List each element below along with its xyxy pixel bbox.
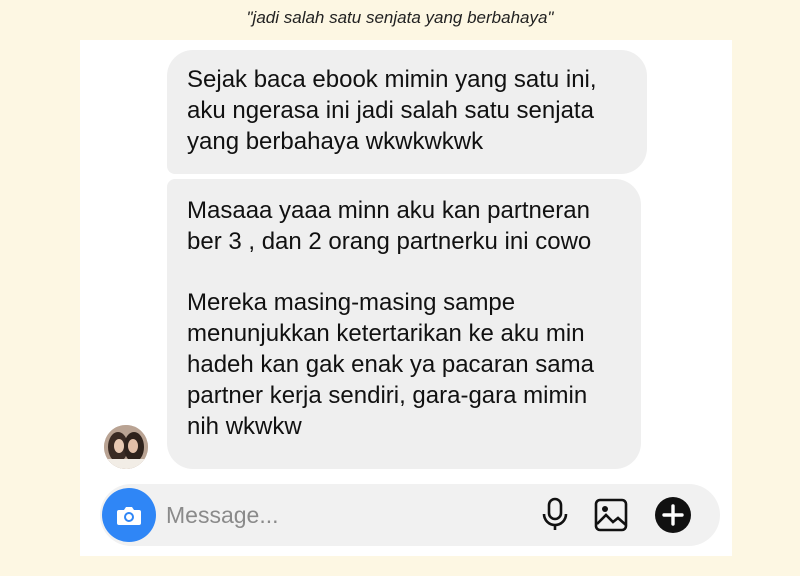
message-bubble-1: Sejak baca ebook mimin yang satu ini, ak… [167,50,647,174]
avatar-image [104,425,148,469]
microphone-icon [542,497,568,530]
message-bubble-2: Masaaa yaaa minn aku kan partneran ber 3… [167,179,641,469]
caption: "jadi salah satu senjata yang berbahaya" [246,8,554,27]
plus-icon [655,497,691,533]
message-composer [100,484,720,546]
gallery-button[interactable] [592,496,630,534]
gallery-icon [594,498,628,532]
camera-icon [117,507,141,525]
camera-button[interactable] [102,488,156,542]
message-paragraph-2: Mereka masing-masing sampe menunjukkan k… [187,289,594,440]
add-button[interactable] [654,496,692,534]
message-paragraph-1: Masaaa yaaa minn aku kan partneran ber 3… [187,197,592,255]
message-text: Sejak baca ebook mimin yang satu ini, ak… [187,66,597,155]
microphone-button[interactable] [536,496,574,534]
chat-panel: Sejak baca ebook mimin yang satu ini, ak… [80,40,732,556]
message-input[interactable] [166,498,466,532]
avatar[interactable] [104,425,148,469]
